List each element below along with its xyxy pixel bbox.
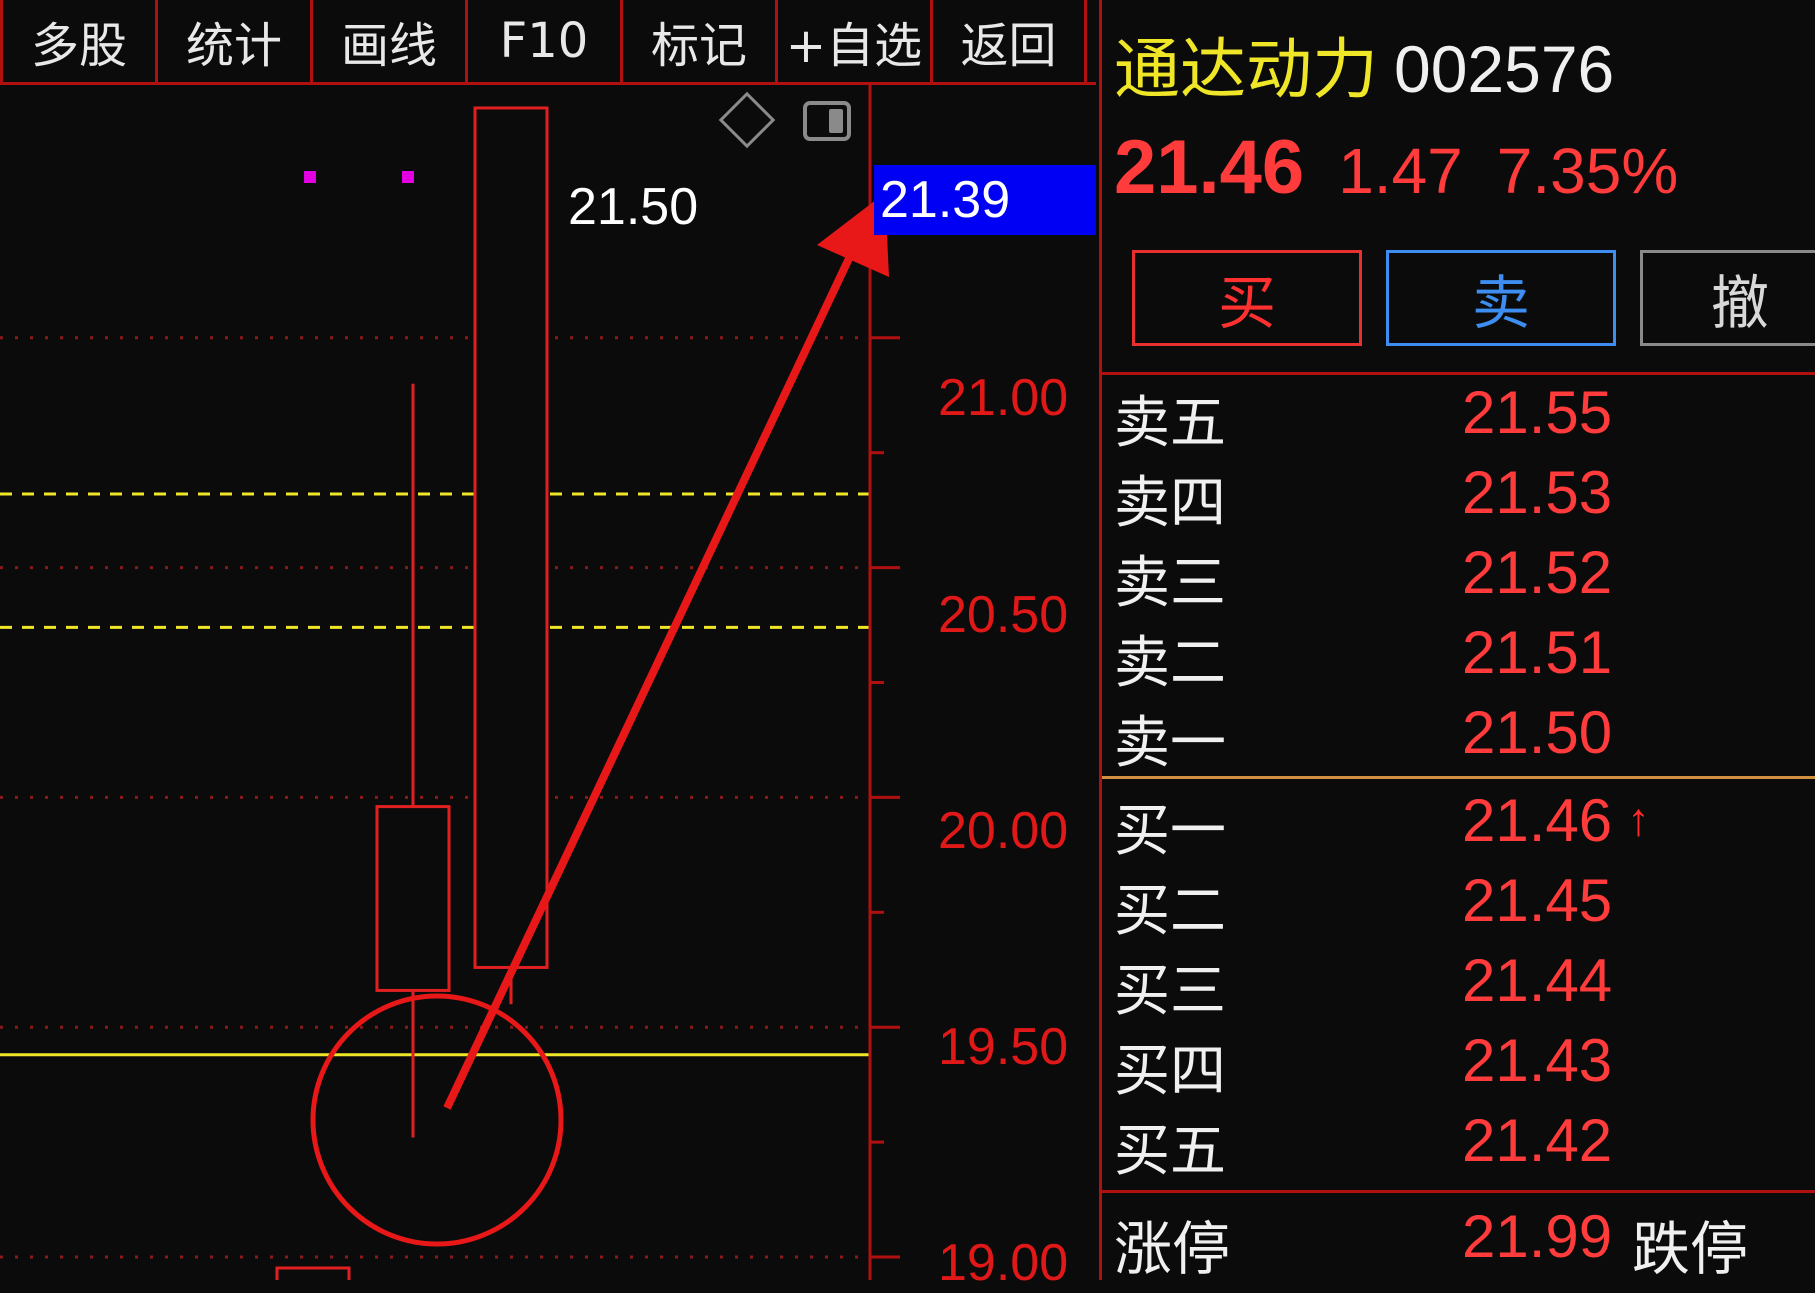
back-button[interactable]: 返回 [930,0,1087,82]
drawn-annotation[interactable] [310,193,889,1247]
ask-price: 21.55 [1462,379,1613,446]
buy-button[interactable]: 买 [1132,250,1362,346]
stock-code: 002576 [1394,32,1615,106]
limit-up-label: 涨停 [1114,1215,1231,1283]
current-price-tag: 21.39 [874,165,1096,235]
bid-row[interactable]: 买四 21.43 [1102,1026,1815,1106]
ask-row[interactable]: 卖二 21.51 [1102,618,1815,698]
bid-level-label: 买二 [1114,879,1226,944]
ask-row[interactable]: 卖四 21.53 [1102,458,1815,538]
ask-level-label: 卖一 [1114,711,1226,776]
ask-level-label: 卖四 [1114,471,1226,536]
bid-level-label: 买四 [1114,1039,1226,1104]
y-tick-label: 19.00 [938,1234,1069,1292]
quote-line: 21.46 1.47 7.35% [1114,124,1678,211]
bid-price: 21.46 [1462,787,1613,854]
limit-up-price: 21.99 [1462,1203,1613,1270]
chart-canvas[interactable] [0,85,1096,1280]
y-tick-label: 21.00 [938,369,1069,427]
signal-dot [304,171,316,183]
price-change-percent: 7.35% [1496,135,1679,207]
high-price-label: 21.50 [568,178,699,236]
bid-level-label: 买一 [1114,799,1226,864]
annotation-circle[interactable] [310,993,564,1247]
y-tick-label: 20.50 [938,586,1069,644]
statistics-button[interactable]: 统计 [155,0,313,82]
ask-price: 21.52 [1462,539,1613,606]
toolbar: 多股 统计 画线 F10 标记 +自选 返回 [0,0,1096,85]
divider [1102,372,1815,375]
y-tick-label: 20.00 [938,802,1069,860]
ask-row[interactable]: 卖三 21.52 [1102,538,1815,618]
bid-row[interactable]: 买一 21.46 ↑ [1102,786,1815,866]
bid-price: 21.45 [1462,867,1613,934]
divider [1102,1190,1815,1193]
bid-price: 21.42 [1462,1107,1613,1174]
mark-button[interactable]: 标记 [620,0,778,82]
bid-ask-divider [1102,776,1815,779]
bid-level-label: 买五 [1114,1119,1226,1184]
stock-name: 通达动力 [1114,31,1378,108]
price-change: 1.47 [1338,135,1463,207]
sell-button[interactable]: 卖 [1386,250,1616,346]
multi-stock-button[interactable]: 多股 [0,0,158,82]
price-limit-row: 涨停 21.99 跌停 [1102,1202,1815,1283]
up-arrow-icon: ↑ [1627,793,1650,845]
ask-level-label: 卖五 [1114,391,1226,456]
ask-price: 21.53 [1462,459,1613,526]
bid-row[interactable]: 买三 21.44 [1102,946,1815,1026]
candlestick-chart[interactable]: 21.50 21.39 21.00 20.50 20.00 19.50 19.0… [0,85,1096,1292]
candle-body[interactable] [375,805,451,992]
limit-down-label: 跌停 [1632,1215,1749,1283]
ask-price: 21.50 [1462,699,1613,766]
bid-row[interactable]: 买五 21.42 [1102,1106,1815,1186]
bid-row[interactable]: 买二 21.45 [1102,866,1815,946]
bid-price: 21.44 [1462,947,1613,1014]
signal-dot [402,171,414,183]
ask-row[interactable]: 卖一 21.50 [1102,698,1815,778]
panel-toggle-icon[interactable] [803,101,851,141]
cancel-order-button[interactable]: 撤 [1640,250,1815,346]
stock-title: 通达动力 002576 [1114,16,1614,112]
candle-body[interactable] [473,106,549,969]
ask-price: 21.51 [1462,619,1613,686]
f10-button[interactable]: F10 [465,0,623,82]
last-price: 21.46 [1114,125,1305,210]
bid-level-label: 买三 [1114,959,1226,1024]
ask-level-label: 卖二 [1114,631,1226,696]
y-tick-label: 19.50 [938,1018,1069,1076]
ask-row[interactable]: 卖五 21.55 [1102,378,1815,458]
candle-body[interactable] [275,1266,351,1280]
add-watchlist-button[interactable]: +自选 [775,0,933,82]
bid-price: 21.43 [1462,1027,1613,1094]
draw-line-button[interactable]: 画线 [310,0,468,82]
ask-level-label: 卖三 [1114,551,1226,616]
quote-panel: 通达动力 002576 21.46 1.47 7.35% 买 卖 撤 卖五 21.55… [1099,0,1815,1283]
